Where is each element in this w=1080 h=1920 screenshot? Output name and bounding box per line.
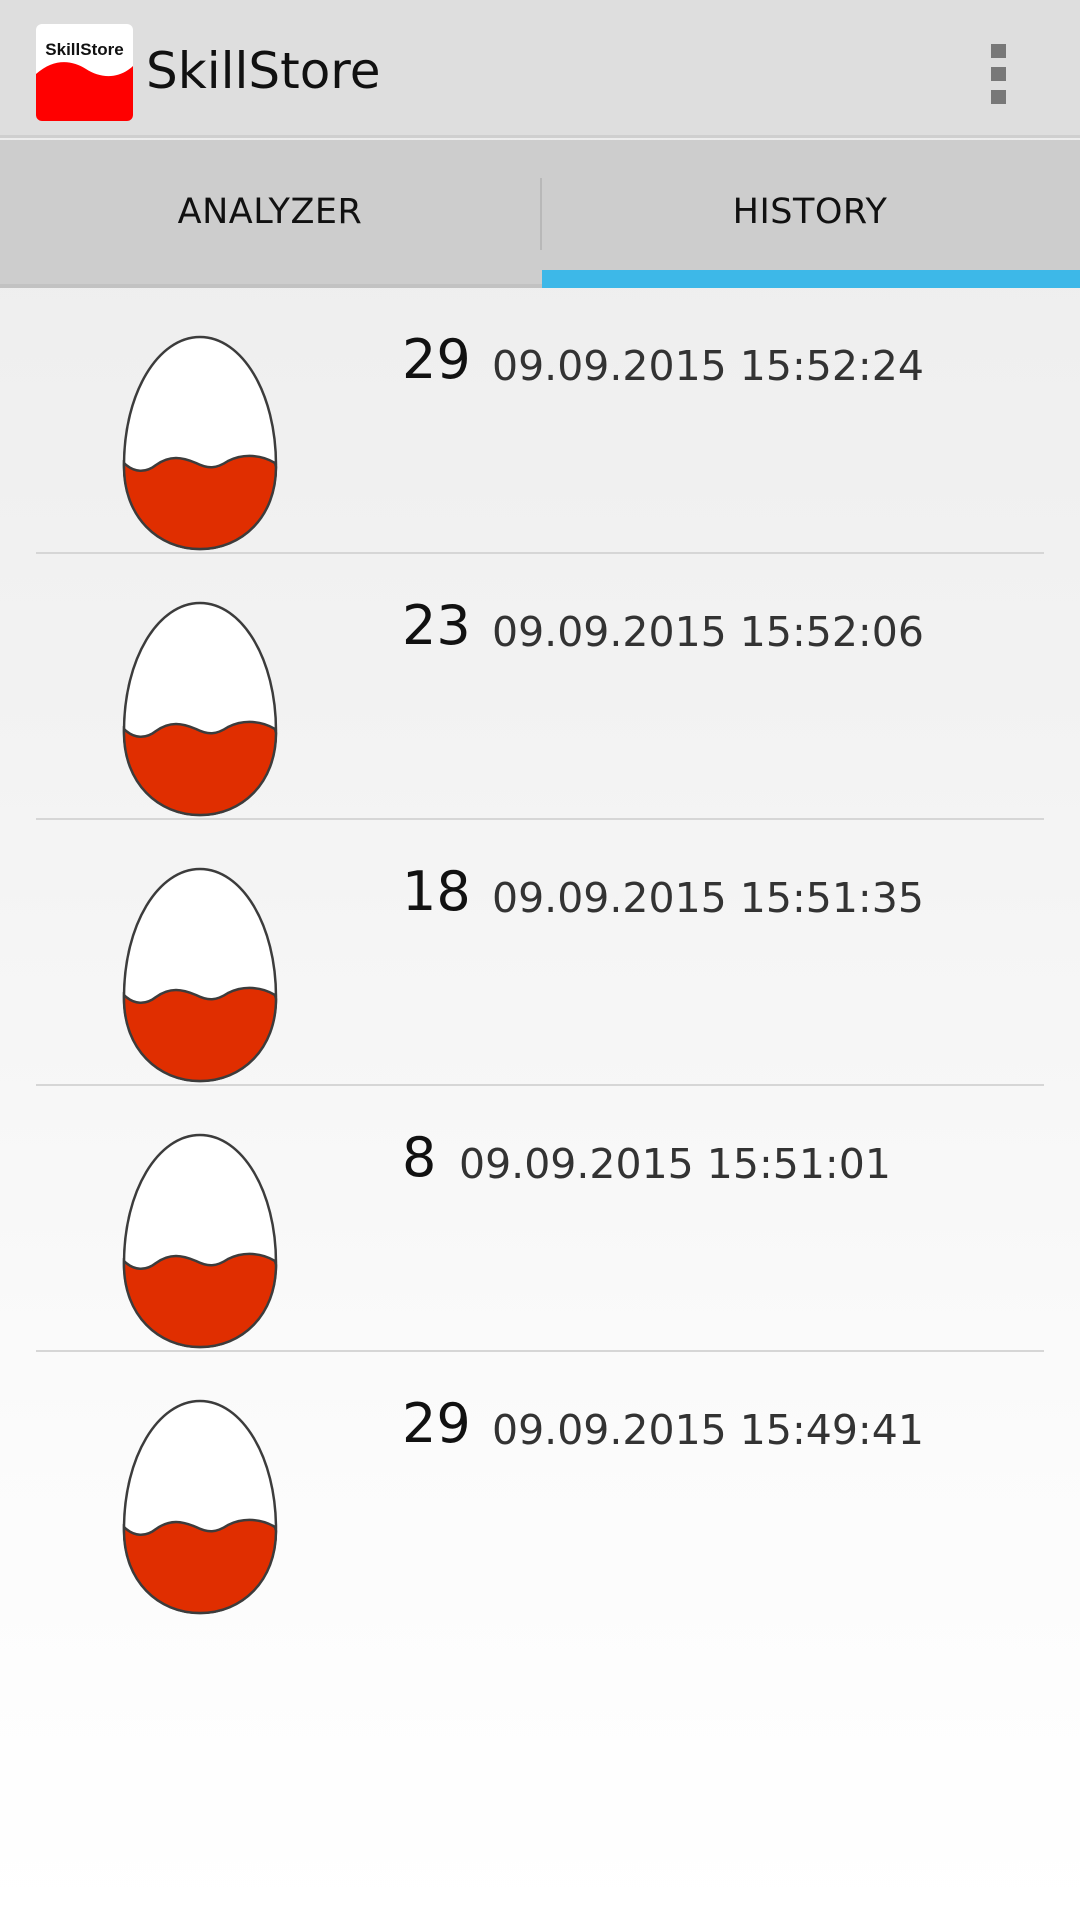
tab-history[interactable]: HISTORY: [540, 140, 1080, 284]
item-count: 29: [402, 328, 471, 391]
item-count: 23: [402, 594, 471, 657]
app-icon-label: SkillStore: [45, 40, 124, 59]
history-list-item[interactable]: 23 09.09.2015 15:52:06: [0, 554, 1080, 820]
egg-icon: [122, 601, 278, 817]
item-date: 09.09.2015 15:51:35: [492, 874, 924, 922]
history-list: 29 09.09.2015 15:52:24 23 09.09.2015 15:…: [0, 288, 1080, 1618]
tab-analyzer-label: ANALYZER: [177, 192, 363, 232]
tab-bar: ANALYZER HISTORY: [0, 140, 1080, 288]
history-list-item[interactable]: 18 09.09.2015 15:51:35: [0, 820, 1080, 1086]
app-title: SkillStore: [146, 42, 381, 100]
item-date: 09.09.2015 15:52:24: [492, 342, 924, 390]
egg-icon: [122, 335, 278, 551]
tab-history-label: HISTORY: [732, 192, 888, 232]
item-count: 18: [402, 860, 471, 923]
item-date: 09.09.2015 15:52:06: [492, 608, 924, 656]
overflow-menu-icon[interactable]: [980, 40, 1016, 110]
item-count: 29: [402, 1392, 471, 1455]
history-list-item[interactable]: 8 09.09.2015 15:51:01: [0, 1086, 1080, 1352]
history-list-item[interactable]: 29 09.09.2015 15:49:41: [0, 1352, 1080, 1618]
egg-icon: [122, 867, 278, 1083]
egg-icon: [122, 1133, 278, 1349]
skillstore-app-icon: SkillStore: [36, 24, 133, 121]
history-list-item[interactable]: 29 09.09.2015 15:52:24: [0, 288, 1080, 554]
tab-selected-indicator: [542, 270, 1080, 288]
tab-analyzer[interactable]: ANALYZER: [0, 140, 540, 284]
egg-icon: [122, 1399, 278, 1615]
item-count: 8: [402, 1126, 437, 1189]
app-bar: SkillStore SkillStore: [0, 0, 1080, 138]
item-date: 09.09.2015 15:51:01: [459, 1140, 891, 1188]
item-date: 09.09.2015 15:49:41: [492, 1406, 924, 1454]
